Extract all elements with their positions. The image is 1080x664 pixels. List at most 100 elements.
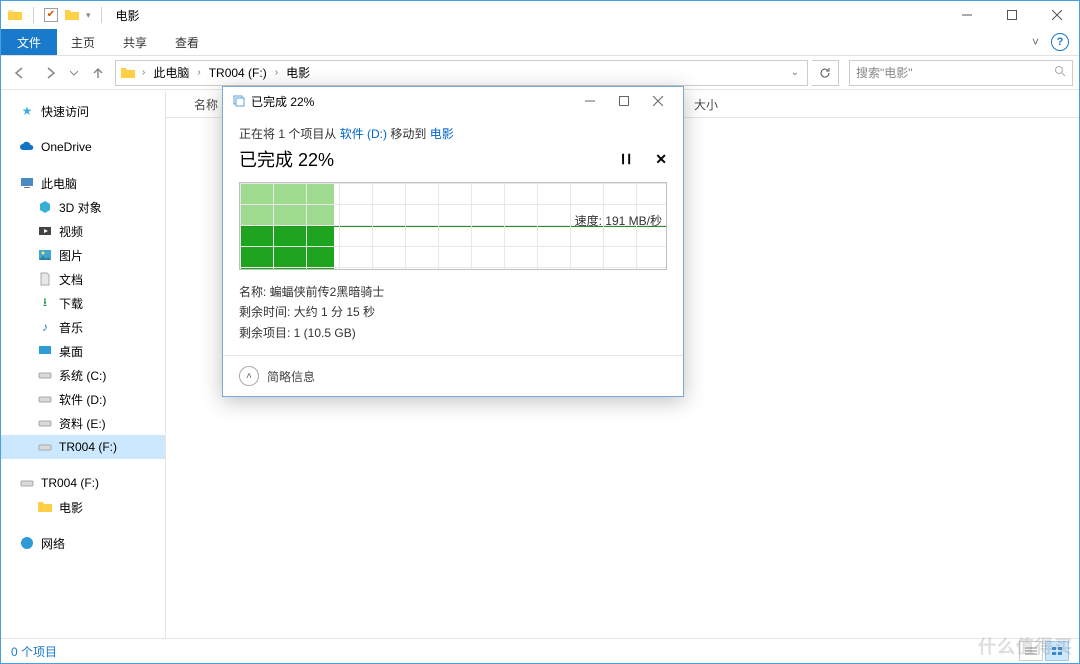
copy-dialog: 已完成 22% 正在将 1 个项目从 软件 (D:) 移动到 电影 已完成 22… <box>222 86 684 397</box>
search-placeholder: 搜索"电影" <box>856 64 913 81</box>
dialog-body: 正在将 1 个项目从 软件 (D:) 移动到 电影 已完成 22% ⅠⅠ ✕ 速… <box>223 115 683 355</box>
sidebar-documents[interactable]: 文档 <box>1 267 165 291</box>
breadcrumb-this-pc[interactable]: 此电脑 <box>149 61 193 85</box>
column-size[interactable]: 大小 <box>694 96 718 113</box>
sidebar-drive-f-root[interactable]: TR004 (F:) <box>1 471 165 495</box>
recent-locations-button[interactable] <box>67 60 81 86</box>
ribbon-view-tab[interactable]: 查看 <box>161 29 213 55</box>
sidebar-quick-access[interactable]: ★快速访问 <box>1 99 165 123</box>
copy-icon <box>231 93 247 109</box>
forward-button[interactable] <box>37 60 63 86</box>
desktop-icon <box>37 343 53 359</box>
pause-button[interactable]: ⅠⅠ <box>621 151 633 168</box>
speed-graph: 速度: 191 MB/秒 <box>239 182 667 270</box>
sidebar-drive-e[interactable]: 资料 (E:) <box>1 411 165 435</box>
videos-icon <box>37 223 53 239</box>
sidebar-drive-c[interactable]: 系统 (C:) <box>1 363 165 387</box>
sidebar-this-pc[interactable]: 此电脑 <box>1 171 165 195</box>
quick-access-toolbar: ✔ ▾ <box>1 7 112 23</box>
time-remaining: 大约 1 分 15 秒 <box>294 305 375 319</box>
music-icon: ♪ <box>37 319 53 335</box>
dialog-minimize-button[interactable] <box>573 88 607 114</box>
nav-bar: › 此电脑 › TR004 (F:) › 电影 ⌄ 搜索"电影" <box>1 56 1079 90</box>
qat-dropdown-icon[interactable]: ▾ <box>86 10 91 21</box>
dialog-close-button[interactable] <box>641 88 675 114</box>
breadcrumb-drive[interactable]: TR004 (F:) <box>205 61 271 85</box>
sidebar-network[interactable]: 网络 <box>1 531 165 555</box>
status-item-count: 0 个项目 <box>11 643 57 660</box>
chevron-up-icon[interactable]: ˄ <box>239 366 259 386</box>
back-button[interactable] <box>7 60 33 86</box>
ribbon-home-tab[interactable]: 主页 <box>57 29 109 55</box>
ribbon-file-tab[interactable]: 文件 <box>1 29 57 55</box>
separator <box>101 7 102 23</box>
dialog-maximize-button[interactable] <box>607 88 641 114</box>
breadcrumb-folder[interactable]: 电影 <box>282 61 314 85</box>
ribbon: 文件 主页 共享 查看 ˅ ? <box>1 29 1079 56</box>
refresh-button[interactable] <box>812 60 839 86</box>
sidebar-onedrive[interactable]: OneDrive <box>1 135 165 159</box>
cancel-button[interactable]: ✕ <box>655 151 667 168</box>
speed-label: 速度: 191 MB/秒 <box>575 212 662 229</box>
drive-icon <box>37 415 53 431</box>
sidebar-desktop[interactable]: 桌面 <box>1 339 165 363</box>
address-bar[interactable]: › 此电脑 › TR004 (F:) › 电影 ⌄ <box>115 60 808 86</box>
file-name: 蝙蝠侠前传2黑暗骑士 <box>270 285 385 299</box>
chevron-right-icon[interactable]: › <box>138 67 149 78</box>
transfer-details: 名称: 蝙蝠侠前传2黑暗骑士 剩余时间: 大约 1 分 15 秒 剩余项目: 1… <box>239 282 667 343</box>
percent-complete: 已完成 22% <box>239 146 334 172</box>
sidebar-downloads[interactable]: ⭳下载 <box>1 291 165 315</box>
chevron-right-icon[interactable]: › <box>193 67 204 78</box>
sidebar-drive-d[interactable]: 软件 (D:) <box>1 387 165 411</box>
star-icon: ★ <box>19 103 35 119</box>
items-remaining: 1 (10.5 GB) <box>294 326 356 340</box>
objects3d-icon <box>37 199 53 215</box>
drive-icon <box>37 367 53 383</box>
drive-icon <box>37 391 53 407</box>
sidebar-videos[interactable]: 视频 <box>1 219 165 243</box>
watermark: 什么值得买 <box>978 633 1073 659</box>
downloads-icon: ⭳ <box>37 295 53 311</box>
folder-icon <box>7 7 23 23</box>
folder-icon <box>64 7 80 23</box>
folder-icon <box>120 65 136 81</box>
folder-icon <box>37 499 53 515</box>
sidebar-3d-objects[interactable]: 3D 对象 <box>1 195 165 219</box>
sidebar-drive-f[interactable]: TR004 (F:) <box>1 435 165 459</box>
navigation-pane: ★快速访问 OneDrive 此电脑 3D 对象 视频 图片 文档 ⭳下载 ♪音… <box>1 91 166 639</box>
ribbon-share-tab[interactable]: 共享 <box>109 29 161 55</box>
operation-description: 正在将 1 个项目从 软件 (D:) 移动到 电影 <box>239 125 667 142</box>
ribbon-right: ˅ ? <box>1032 29 1079 55</box>
chevron-right-icon[interactable]: › <box>271 67 282 78</box>
maximize-button[interactable] <box>989 1 1034 29</box>
address-dropdown-icon[interactable]: ⌄ <box>785 67 805 78</box>
documents-icon <box>37 271 53 287</box>
drive-icon <box>19 475 35 491</box>
sidebar-drive-f-movies[interactable]: 电影 <box>1 495 165 519</box>
dialog-title: 已完成 22% <box>247 93 314 110</box>
network-icon <box>19 535 35 551</box>
checkbox-icon[interactable]: ✔ <box>44 8 58 22</box>
search-box[interactable]: 搜索"电影" <box>849 60 1073 86</box>
window-title: 电影 <box>112 7 140 24</box>
pc-icon <box>19 175 35 191</box>
src-link[interactable]: 软件 (D:) <box>340 127 387 141</box>
cloud-icon <box>19 139 35 155</box>
dst-link[interactable]: 电影 <box>430 127 454 141</box>
close-button[interactable] <box>1034 1 1079 29</box>
dialog-title-bar[interactable]: 已完成 22% <box>223 87 683 115</box>
title-bar: ✔ ▾ 电影 <box>1 1 1079 29</box>
dialog-footer: ˄ 简略信息 <box>223 355 683 396</box>
up-button[interactable] <box>85 60 111 86</box>
sidebar-music[interactable]: ♪音乐 <box>1 315 165 339</box>
help-icon[interactable]: ? <box>1051 33 1069 51</box>
fewer-details-link[interactable]: 简略信息 <box>267 368 315 385</box>
search-icon <box>1054 65 1066 80</box>
sidebar-pictures[interactable]: 图片 <box>1 243 165 267</box>
separator <box>33 7 34 23</box>
minimize-button[interactable] <box>944 1 989 29</box>
ribbon-expand-icon[interactable]: ˅ <box>1032 35 1039 49</box>
window-controls <box>944 1 1079 29</box>
pictures-icon <box>37 247 53 263</box>
explorer-window: ✔ ▾ 电影 文件 主页 共享 查看 ˅ ? › <box>0 0 1080 664</box>
